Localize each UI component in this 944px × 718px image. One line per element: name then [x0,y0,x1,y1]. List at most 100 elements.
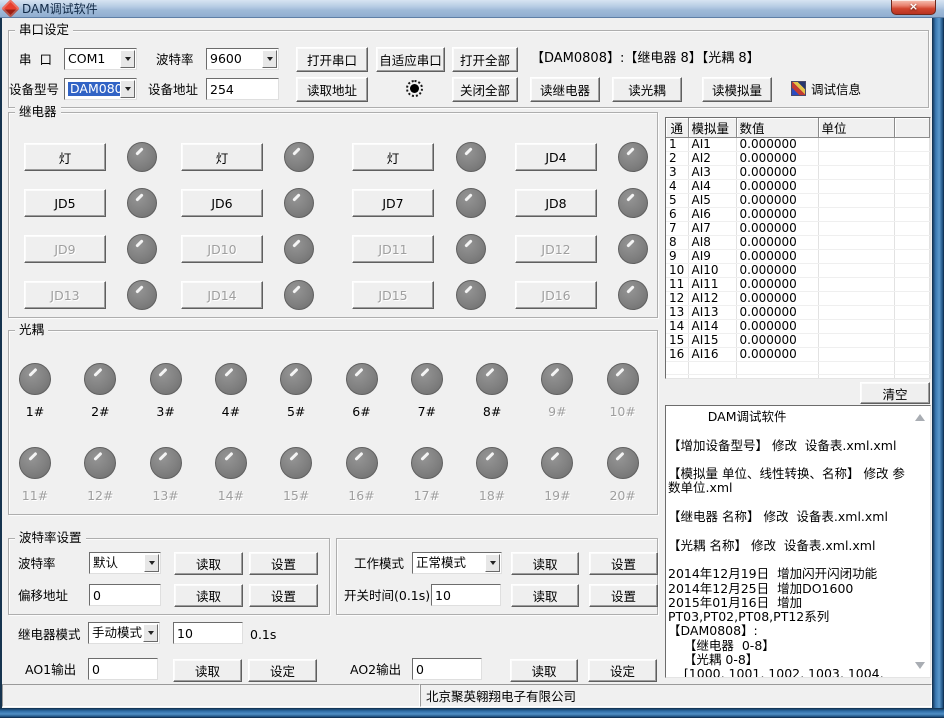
analog-row: 2AI20.000000 [666,152,930,166]
close-button[interactable]: × [891,0,936,15]
switch-time-read-button[interactable]: 读取 [511,584,579,607]
relay-mode-time-input[interactable] [173,622,243,644]
status-panel-left [2,684,420,707]
title-bar[interactable]: DAM调试软件 [0,0,944,18]
baud-default-select[interactable]: 默认 [89,552,161,574]
baud-select[interactable]: 9600 [206,48,279,70]
opto-label-15: 15# [274,488,318,503]
relay-button-8[interactable]: JD8 [515,189,597,217]
relay-button-3[interactable]: 灯 [352,143,434,171]
dropdown-arrow-icon[interactable] [144,554,159,572]
opto-led-11-icon [19,447,51,479]
relay-button-5[interactable]: JD5 [24,189,106,217]
scroll-up-icon[interactable] [915,414,925,421]
open-all-button[interactable]: 打开全部 [452,47,518,72]
analog-row: 15AI150.000000 [666,334,930,348]
baud-set-button[interactable]: 设置 [249,552,318,575]
relay-button-4[interactable]: JD4 [515,143,597,171]
opto-led-20-icon [607,447,639,479]
opto-led-16-icon [346,447,378,479]
switch-time-input[interactable] [431,584,501,606]
ao2-set-button[interactable]: 设定 [588,659,657,682]
opto-label-5: 5# [274,404,318,419]
relay-button-9[interactable]: JD9 [24,235,106,263]
app-logo-icon [1,0,19,18]
analog-row: 11AI110.000000 [666,278,930,292]
device-address-input[interactable] [206,78,279,100]
read-address-button[interactable]: 读取地址 [296,77,368,102]
relay-button-10[interactable]: JD10 [181,235,263,263]
port-status-led-icon [406,80,423,97]
col-analog: 模拟量 [688,118,736,138]
opto-label-19: 19# [535,488,579,503]
read-opto-button[interactable]: 读光耦 [612,77,682,102]
log-panel[interactable]: DAM调试软件 【增加设备型号】 修改 设备表.xml.xml 【模拟量 单位、… [665,405,931,678]
open-port-button[interactable]: 打开串口 [296,47,368,72]
ao2-read-button[interactable]: 读取 [510,659,578,682]
model-select[interactable]: DAM0808 [64,78,137,100]
relay-button-15[interactable]: JD15 [352,281,434,309]
dropdown-arrow-icon[interactable] [262,50,277,68]
opto-led-1-icon [19,363,51,395]
opto-label-6: 6# [340,404,384,419]
opto-led-12-icon [84,447,116,479]
analog-row: 10AI100.000000 [666,264,930,278]
ao1-read-button[interactable]: 读取 [173,659,242,682]
work-mode-select[interactable]: 正常模式 [412,552,502,574]
close-all-button[interactable]: 关闭全部 [452,77,518,102]
relay-button-12[interactable]: JD12 [515,235,597,263]
scroll-down-icon[interactable] [915,662,925,669]
window-border-right [932,18,944,718]
switch-time-label: 开关时间(0.1s) [344,589,430,603]
port-select[interactable]: COM1 [64,48,137,70]
analog-row: 6AI60.000000 [666,208,930,222]
relay-button-11[interactable]: JD11 [352,235,434,263]
dropdown-arrow-icon[interactable] [485,554,500,572]
adaptive-port-button[interactable]: 自适应串口 [376,47,445,72]
analog-row-empty [666,362,930,375]
relay-led-8-icon [618,188,648,218]
analog-row: 1AI10.000000 [666,138,930,152]
analog-row-empty [666,375,930,380]
analog-row: 5AI50.000000 [666,194,930,208]
dropdown-arrow-icon[interactable] [143,624,158,642]
company-name: 北京聚英翱翔电子有限公司 [426,686,576,705]
clear-button[interactable]: 清空 [860,382,930,404]
ao2-input[interactable] [412,658,482,680]
switch-time-set-button[interactable]: 设置 [589,584,658,607]
analog-row: 16AI160.000000 [666,348,930,362]
offset-set-button[interactable]: 设置 [249,584,318,607]
relay-led-16-icon [618,280,648,310]
relay-led-11-icon [456,234,486,264]
relay-mode-select[interactable]: 手动模式 [88,622,160,644]
work-mode-set-button[interactable]: 设置 [589,552,658,575]
baud-read-button[interactable]: 读取 [174,552,243,575]
relay-led-1-icon [127,142,157,172]
work-mode-read-button[interactable]: 读取 [511,552,579,575]
opto-led-14-icon [215,447,247,479]
relay-button-16[interactable]: JD16 [515,281,597,309]
relay-button-1[interactable]: 灯 [24,143,106,171]
ao1-set-button[interactable]: 设定 [248,659,317,682]
relay-mode-unit: 0.1s [250,628,276,642]
offset-input[interactable] [89,584,161,606]
ao1-label: AO1输出 [25,663,76,677]
opto-group-title: 光耦 [15,323,48,337]
opto-led-5-icon [280,363,312,395]
dropdown-arrow-icon[interactable] [120,80,135,98]
relay-button-13[interactable]: JD13 [24,281,106,309]
opto-led-3-icon [150,363,182,395]
ao1-input[interactable] [88,658,158,680]
status-bar: 北京聚英翱翔电子有限公司 [2,684,932,707]
relay-button-6[interactable]: JD6 [181,189,263,217]
read-relay-button[interactable]: 读继电器 [530,77,600,102]
relay-led-2-icon [284,142,314,172]
relay-button-7[interactable]: JD7 [352,189,434,217]
window-title: DAM调试软件 [22,0,98,17]
relay-button-14[interactable]: JD14 [181,281,263,309]
col-extra [894,118,930,138]
dropdown-arrow-icon[interactable] [120,50,135,68]
relay-button-2[interactable]: 灯 [181,143,263,171]
offset-read-button[interactable]: 读取 [174,584,243,607]
read-analog-button[interactable]: 读模拟量 [702,77,772,102]
